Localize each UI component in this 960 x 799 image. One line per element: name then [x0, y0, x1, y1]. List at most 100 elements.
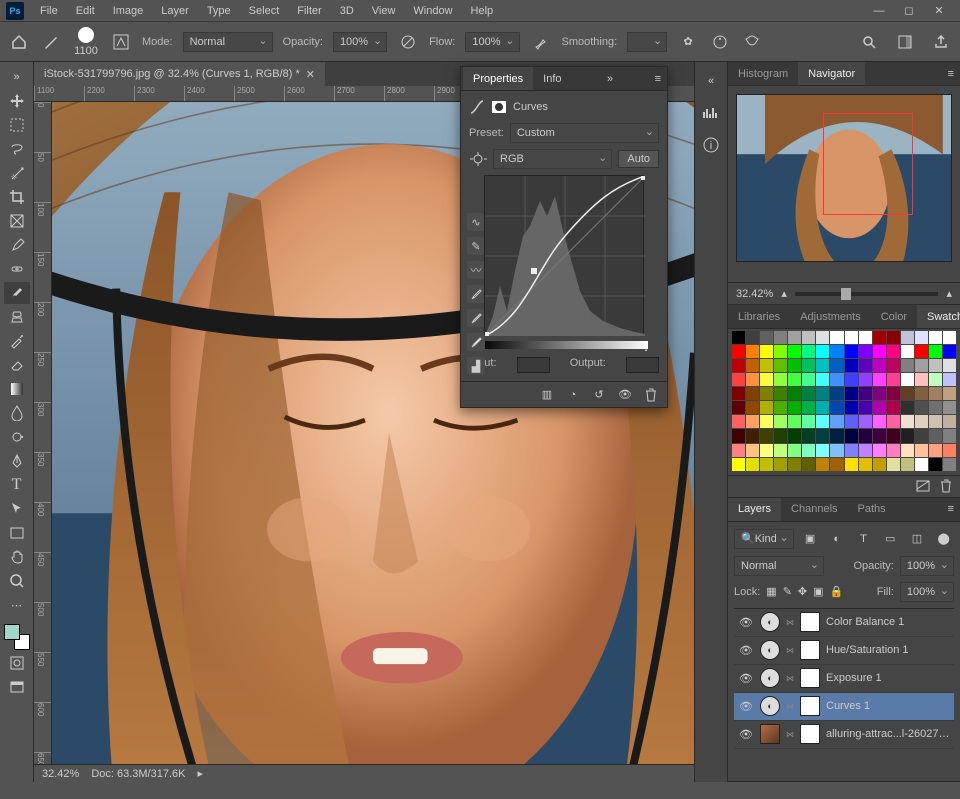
swatch-cell[interactable]: [816, 373, 829, 386]
filter-type-icon[interactable]: T: [853, 528, 874, 550]
gradient-tool[interactable]: [4, 378, 30, 400]
swatch-cell[interactable]: [746, 458, 759, 471]
swatch-cell[interactable]: [830, 387, 843, 400]
swatch-cell[interactable]: [887, 415, 900, 428]
swatch-cell[interactable]: [901, 345, 914, 358]
hand-tool[interactable]: [4, 546, 30, 568]
swatch-cell[interactable]: [746, 345, 759, 358]
eraser-tool[interactable]: [4, 354, 30, 376]
swatch-cell[interactable]: [802, 444, 815, 457]
swatch-cell[interactable]: [859, 387, 872, 400]
clip-histogram-icon[interactable]: ▟: [467, 357, 485, 375]
panel-menu-icon[interactable]: ≡: [649, 73, 667, 85]
swatch-cell[interactable]: [859, 429, 872, 442]
move-tool[interactable]: [4, 90, 30, 112]
swatch-cell[interactable]: [915, 458, 928, 471]
layer-visibility-icon[interactable]: 👁: [738, 616, 754, 629]
quickmask-icon[interactable]: [4, 652, 30, 674]
swatch-cell[interactable]: [774, 373, 787, 386]
smoothing-options-icon[interactable]: ✿: [677, 31, 699, 53]
tab-paths[interactable]: Paths: [848, 498, 896, 521]
document-tab[interactable]: iStock-531799796.jpg @ 32.4% (Curves 1, …: [34, 62, 325, 86]
expand-tools-icon[interactable]: »: [4, 66, 30, 88]
swatch-cell[interactable]: [746, 415, 759, 428]
eyedropper-white-icon[interactable]: [467, 333, 485, 351]
lock-transparency-icon[interactable]: ▦: [766, 585, 776, 598]
swatch-cell[interactable]: [915, 373, 928, 386]
window-restore-icon[interactable]: ◻: [902, 4, 916, 18]
layer-row[interactable]: 👁◐⋈Curves 1: [734, 693, 954, 721]
swatch-cell[interactable]: [915, 331, 928, 344]
layer-mask-thumb[interactable]: [800, 640, 820, 660]
swatch-cell[interactable]: [816, 458, 829, 471]
curves-preset-dropdown[interactable]: Custom: [510, 123, 659, 143]
swatch-cell[interactable]: [873, 331, 886, 344]
swatch-cell[interactable]: [760, 429, 773, 442]
swatch-cell[interactable]: [915, 429, 928, 442]
swatch-cell[interactable]: [887, 401, 900, 414]
swatch-cell[interactable]: [901, 331, 914, 344]
swatch-cell[interactable]: [845, 415, 858, 428]
swatch-cell[interactable]: [760, 401, 773, 414]
tab-color[interactable]: Color: [871, 305, 917, 328]
brush-tool[interactable]: [4, 282, 30, 304]
swatch-cell[interactable]: [859, 345, 872, 358]
curves-input-field[interactable]: [517, 357, 550, 373]
swatch-cell[interactable]: [873, 359, 886, 372]
share-icon[interactable]: [930, 31, 952, 53]
swatch-cell[interactable]: [802, 373, 815, 386]
swatch-cell[interactable]: [887, 458, 900, 471]
layer-row[interactable]: 👁◐⋈Color Balance 1: [734, 609, 954, 637]
dock-expand-icon[interactable]: «: [698, 70, 724, 92]
swatch-cell[interactable]: [788, 458, 801, 471]
swatch-cell[interactable]: [802, 415, 815, 428]
healing-brush-tool[interactable]: [4, 258, 30, 280]
swatch-cell[interactable]: [873, 458, 886, 471]
zoom-out-icon[interactable]: ▴: [781, 287, 787, 300]
navigator-preview[interactable]: [736, 94, 952, 262]
swatch-cell[interactable]: [774, 444, 787, 457]
swatch-cell[interactable]: [901, 387, 914, 400]
swatch-cell[interactable]: [929, 359, 942, 372]
home-icon[interactable]: [8, 31, 30, 53]
pressure-opacity-icon[interactable]: [397, 31, 419, 53]
swatch-cell[interactable]: [830, 415, 843, 428]
layer-mask-thumb[interactable]: [800, 612, 820, 632]
crop-tool[interactable]: [4, 186, 30, 208]
swatch-cell[interactable]: [929, 444, 942, 457]
blend-mode-dropdown[interactable]: Normal: [183, 32, 273, 52]
window-close-icon[interactable]: ✕: [932, 4, 946, 18]
swatch-cell[interactable]: [901, 429, 914, 442]
swatch-cell[interactable]: [830, 444, 843, 457]
color-picker[interactable]: [4, 624, 30, 650]
swatch-cell[interactable]: [816, 444, 829, 457]
swatch-cell[interactable]: [859, 373, 872, 386]
dock-histogram-icon[interactable]: [698, 102, 724, 124]
visibility-icon[interactable]: 👁: [617, 387, 633, 403]
swatch-cell[interactable]: [859, 415, 872, 428]
navigator-zoom-value[interactable]: 32.42%: [736, 288, 773, 300]
swatch-cell[interactable]: [830, 359, 843, 372]
swatch-cell[interactable]: [802, 458, 815, 471]
swatch-cell[interactable]: [887, 331, 900, 344]
swatch-cell[interactable]: [774, 345, 787, 358]
swatch-cell[interactable]: [859, 458, 872, 471]
quick-select-tool[interactable]: [4, 162, 30, 184]
layer-name[interactable]: Hue/Saturation 1: [826, 644, 950, 656]
swatch-cell[interactable]: [802, 331, 815, 344]
swatch-cell[interactable]: [774, 458, 787, 471]
layer-blend-dropdown[interactable]: Normal: [734, 556, 824, 576]
swatch-cell[interactable]: [732, 331, 745, 344]
delete-swatch-icon[interactable]: [940, 479, 952, 493]
swatch-cell[interactable]: [845, 458, 858, 471]
swatch-cell[interactable]: [859, 359, 872, 372]
path-select-tool[interactable]: [4, 498, 30, 520]
swatch-cell[interactable]: [859, 331, 872, 344]
tool-preset-icon[interactable]: [40, 31, 62, 53]
swatch-cell[interactable]: [901, 359, 914, 372]
swatch-cell[interactable]: [929, 401, 942, 414]
swatch-cell[interactable]: [915, 401, 928, 414]
swatch-cell[interactable]: [746, 429, 759, 442]
layer-fill-dropdown[interactable]: 100%: [900, 582, 954, 602]
layer-mask-thumb[interactable]: [800, 668, 820, 688]
